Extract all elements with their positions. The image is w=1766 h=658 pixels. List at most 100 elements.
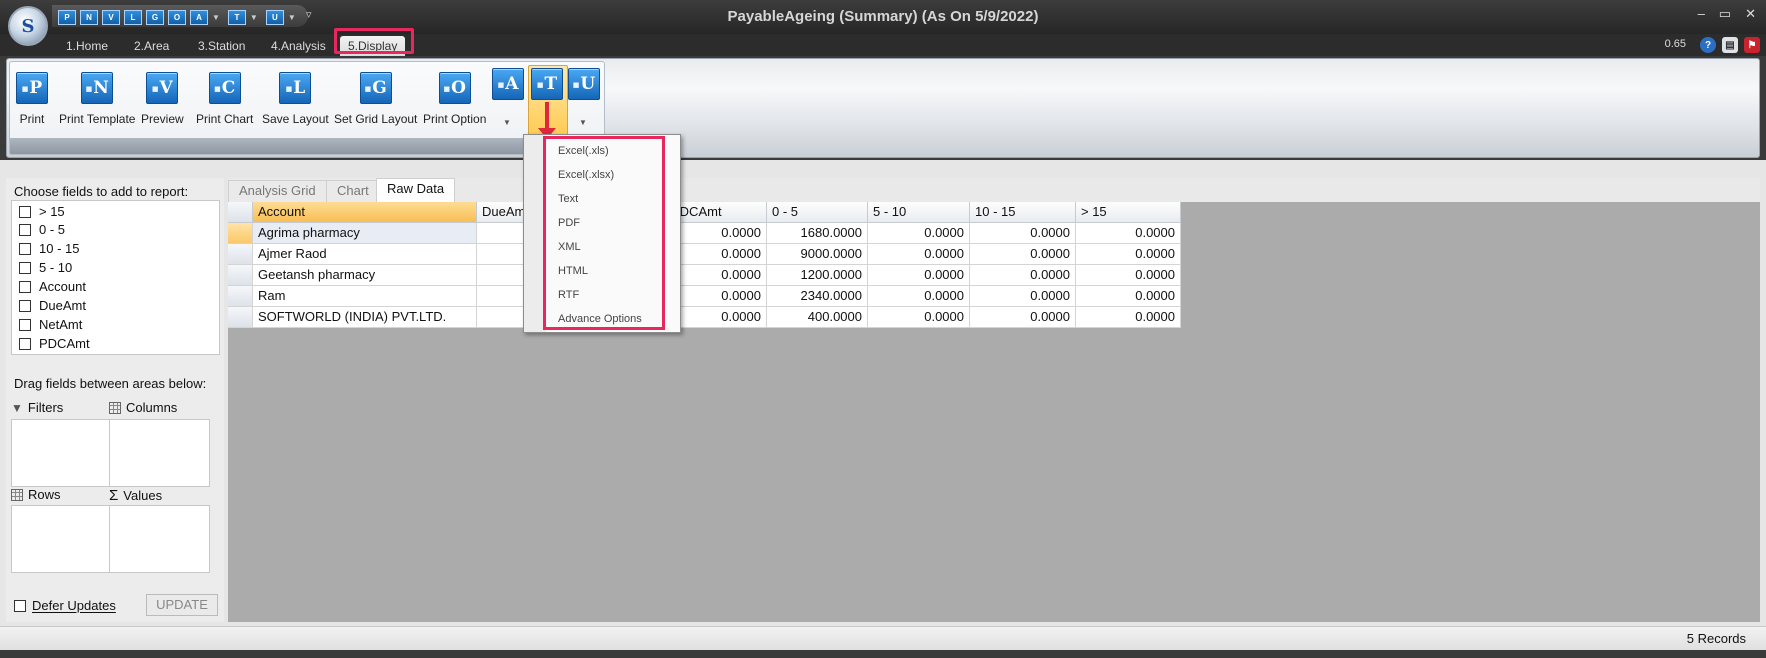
help-icon[interactable]: ?: [1700, 37, 1716, 53]
cell-5-10[interactable]: 0.0000: [868, 307, 970, 328]
print-chart-button[interactable]: ■ C Print Chart: [196, 72, 253, 126]
field-item-netamt[interactable]: NetAmt: [19, 317, 82, 332]
sigma-icon: Σ: [109, 487, 119, 504]
cell-0-5[interactable]: 1200.0000: [767, 265, 868, 286]
checkbox[interactable]: [19, 280, 31, 293]
cell-10-15[interactable]: 0.0000: [970, 244, 1076, 265]
checkbox[interactable]: [19, 299, 31, 312]
cell-gt15[interactable]: 0.0000: [1076, 307, 1181, 328]
preview-button[interactable]: ■ V Preview: [141, 72, 184, 126]
tab-area[interactable]: 2.Area: [126, 36, 177, 56]
save-layout-button[interactable]: ■ L Save Layout: [262, 72, 329, 126]
checkbox[interactable]: [19, 337, 31, 350]
cell-pdcamt[interactable]: 0.0000: [666, 286, 767, 307]
tab-chart[interactable]: Chart: [326, 180, 380, 202]
cell-account[interactable]: Ajmer Raod: [253, 244, 477, 265]
tab-raw-data[interactable]: Raw Data: [376, 178, 456, 202]
row-indicator[interactable]: [228, 307, 253, 328]
row-indicator[interactable]: [228, 223, 253, 244]
row-indicator[interactable]: [228, 286, 253, 307]
field-item-0-5[interactable]: 0 - 5: [19, 222, 65, 237]
minimize-button[interactable]: –: [1698, 6, 1705, 22]
ribbon-tab-row: 1.Home 2.Area 3.Station 4.Analysis 5.Dis…: [0, 34, 1766, 56]
flag-icon[interactable]: ⚑: [1744, 37, 1760, 53]
export-a-icon: ■ A: [492, 68, 524, 100]
export-u-dropdown-icon[interactable]: ▼: [579, 118, 587, 127]
application-menu-button[interactable]: S: [8, 6, 48, 46]
column-header-5-10[interactable]: 5 - 10: [868, 202, 970, 223]
column-header-10-15[interactable]: 10 - 15: [970, 202, 1076, 223]
cell-gt15[interactable]: 0.0000: [1076, 265, 1181, 286]
checkbox[interactable]: [19, 318, 31, 331]
column-header-0-5[interactable]: 0 - 5: [767, 202, 868, 223]
field-item-account[interactable]: Account: [19, 279, 86, 294]
cell-0-5[interactable]: 2340.0000: [767, 286, 868, 307]
cell-account[interactable]: Agrima pharmacy: [253, 223, 477, 244]
export-t-button[interactable]: ■ T: [531, 68, 563, 100]
cell-5-10[interactable]: 0.0000: [868, 223, 970, 244]
cell-10-15[interactable]: 0.0000: [970, 223, 1076, 244]
cell-0-5[interactable]: 9000.0000: [767, 244, 868, 265]
checkbox[interactable]: [19, 242, 31, 255]
print-button[interactable]: ■ P Print: [16, 72, 48, 126]
defer-updates[interactable]: Defer Updates: [14, 598, 116, 613]
filters-drop-area[interactable]: [11, 419, 112, 487]
cell-0-5[interactable]: 400.0000: [767, 307, 868, 328]
column-header-gt15[interactable]: > 15: [1076, 202, 1181, 223]
tab-home[interactable]: 1.Home: [58, 36, 116, 56]
export-a-dropdown-icon[interactable]: ▼: [503, 118, 511, 127]
table-row[interactable]: Ajmer Raod 9 0 0.0000 9000.0000 0.0000 0…: [228, 244, 1181, 265]
cell-gt15[interactable]: 0.0000: [1076, 223, 1181, 244]
cell-gt15[interactable]: 0.0000: [1076, 286, 1181, 307]
defer-updates-checkbox[interactable]: [14, 599, 26, 612]
set-grid-layout-button[interactable]: ■ G Set Grid Layout: [334, 72, 417, 126]
export-a-button[interactable]: ■ A: [492, 68, 524, 100]
tab-analysis[interactable]: 4.Analysis: [263, 36, 334, 56]
cell-gt15[interactable]: 0.0000: [1076, 244, 1181, 265]
cell-account[interactable]: SOFTWORLD (INDIA) PVT.LTD.: [253, 307, 477, 328]
cell-10-15[interactable]: 0.0000: [970, 265, 1076, 286]
rows-drop-area[interactable]: [11, 505, 112, 573]
row-indicator[interactable]: [228, 265, 253, 286]
table-row[interactable]: Geetansh pharmacy 1 0 0.0000 1200.0000 0…: [228, 265, 1181, 286]
maximize-button[interactable]: ▭: [1719, 6, 1731, 22]
cell-account[interactable]: Geetansh pharmacy: [253, 265, 477, 286]
tab-station[interactable]: 3.Station: [190, 36, 253, 56]
cell-5-10[interactable]: 0.0000: [868, 244, 970, 265]
cell-pdcamt[interactable]: 0.0000: [666, 223, 767, 244]
cell-5-10[interactable]: 0.0000: [868, 265, 970, 286]
field-item-10-15[interactable]: 10 - 15: [19, 241, 79, 256]
field-item-dueamt[interactable]: DueAmt: [19, 298, 86, 313]
export-u-button[interactable]: ■ U: [568, 68, 600, 100]
close-button[interactable]: ✕: [1745, 6, 1756, 22]
print-option-button[interactable]: ■ O Print Option: [423, 72, 486, 126]
cell-10-15[interactable]: 0.0000: [970, 307, 1076, 328]
cell-pdcamt[interactable]: 0.0000: [666, 265, 767, 286]
select-all-corner[interactable]: [228, 202, 253, 223]
columns-drop-area[interactable]: [109, 419, 210, 487]
cell-pdcamt[interactable]: 0.0000: [666, 244, 767, 265]
field-item-gt15[interactable]: > 15: [19, 204, 65, 219]
cell-5-10[interactable]: 0.0000: [868, 286, 970, 307]
table-row[interactable]: Agrima pharmacy 1 0 0.0000 1680.0000 0.0…: [228, 223, 1181, 244]
field-item-5-10[interactable]: 5 - 10: [19, 260, 72, 275]
column-header-pdcamt[interactable]: PDCAmt: [666, 202, 767, 223]
print-icon: ■ P: [16, 72, 48, 104]
tab-analysis-grid[interactable]: Analysis Grid: [228, 180, 327, 202]
values-drop-area[interactable]: [109, 505, 210, 573]
field-item-pdcamt[interactable]: PDCAmt: [19, 336, 90, 351]
checkbox[interactable]: [19, 205, 31, 218]
document-icon[interactable]: ▤: [1722, 37, 1738, 53]
column-header-account[interactable]: Account: [253, 202, 477, 223]
update-button[interactable]: UPDATE: [146, 594, 218, 616]
checkbox[interactable]: [19, 261, 31, 274]
cell-10-15[interactable]: 0.0000: [970, 286, 1076, 307]
checkbox[interactable]: [19, 223, 31, 236]
row-indicator[interactable]: [228, 244, 253, 265]
print-template-button[interactable]: ■ N Print Template: [59, 72, 135, 126]
table-row[interactable]: Ram 2 0 0.0000 2340.0000 0.0000 0.0000 0…: [228, 286, 1181, 307]
cell-0-5[interactable]: 1680.0000: [767, 223, 868, 244]
cell-pdcamt[interactable]: 0.0000: [666, 307, 767, 328]
table-row[interactable]: SOFTWORLD (INDIA) PVT.LTD. 0 0.0000 400.…: [228, 307, 1181, 328]
cell-account[interactable]: Ram: [253, 286, 477, 307]
